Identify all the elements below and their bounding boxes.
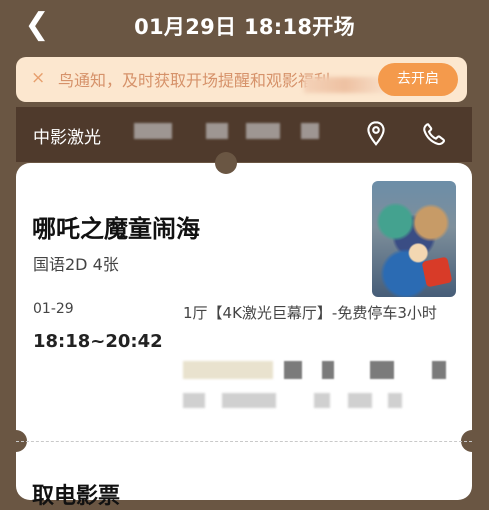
- location-icon[interactable]: [362, 120, 390, 148]
- ticket-code-redacted: [183, 393, 205, 408]
- enable-notifications-button[interactable]: 去开启: [378, 63, 458, 96]
- cinema-name: 中影激光: [33, 128, 101, 148]
- seat-info-redacted: [432, 361, 446, 379]
- seat-info-redacted: [370, 361, 394, 379]
- hall-info: 1厅【4K激光巨幕厅】-免费停车3小时: [183, 304, 437, 322]
- ticket-card: 哪吒之魔童闹海 国语2D 4张 01-29 18:18~20:42 1厅【4K激…: [5, 152, 483, 509]
- seat-info-redacted: [322, 361, 334, 379]
- section-title: 取电影票: [32, 484, 121, 509]
- ticket-code-redacted: [348, 393, 372, 408]
- ticket-code-redacted: [222, 393, 276, 408]
- dashed-divider: [16, 441, 472, 442]
- cinema-bar: 中影激光: [16, 107, 472, 162]
- showtime-date: 01-29: [33, 301, 74, 317]
- movie-poster[interactable]: [372, 181, 456, 297]
- movie-meta: 国语2D 4张: [33, 255, 119, 274]
- movie-title: 哪吒之魔童闹海: [32, 215, 200, 243]
- seat-info-redacted: [183, 361, 273, 379]
- ticket-code-redacted: [388, 393, 402, 408]
- cinema-name-redacted: [134, 123, 172, 139]
- cinema-name-redacted: [246, 123, 280, 139]
- notice-text: 鸟通知，及时获取开场提醒和观影福利: [58, 71, 331, 90]
- phone-icon[interactable]: [420, 120, 448, 148]
- ticket-notch: [215, 152, 237, 174]
- header-bar: ❮ 01月29日 18:18开场: [0, 0, 489, 52]
- showtime-time: 18:18~20:42: [33, 331, 163, 352]
- seat-info-redacted: [284, 361, 302, 379]
- cinema-name-redacted: [206, 123, 228, 139]
- notice-blur: [304, 77, 386, 93]
- ticket-code-redacted: [314, 393, 330, 408]
- page-title: 01月29日 18:18开场: [134, 15, 355, 39]
- notification-banner: × 鸟通知，及时获取开场提醒和观影福利 去开启: [16, 57, 467, 102]
- cinema-name-redacted: [301, 123, 319, 139]
- close-icon[interactable]: ×: [31, 68, 45, 88]
- poster-logo: [421, 256, 453, 288]
